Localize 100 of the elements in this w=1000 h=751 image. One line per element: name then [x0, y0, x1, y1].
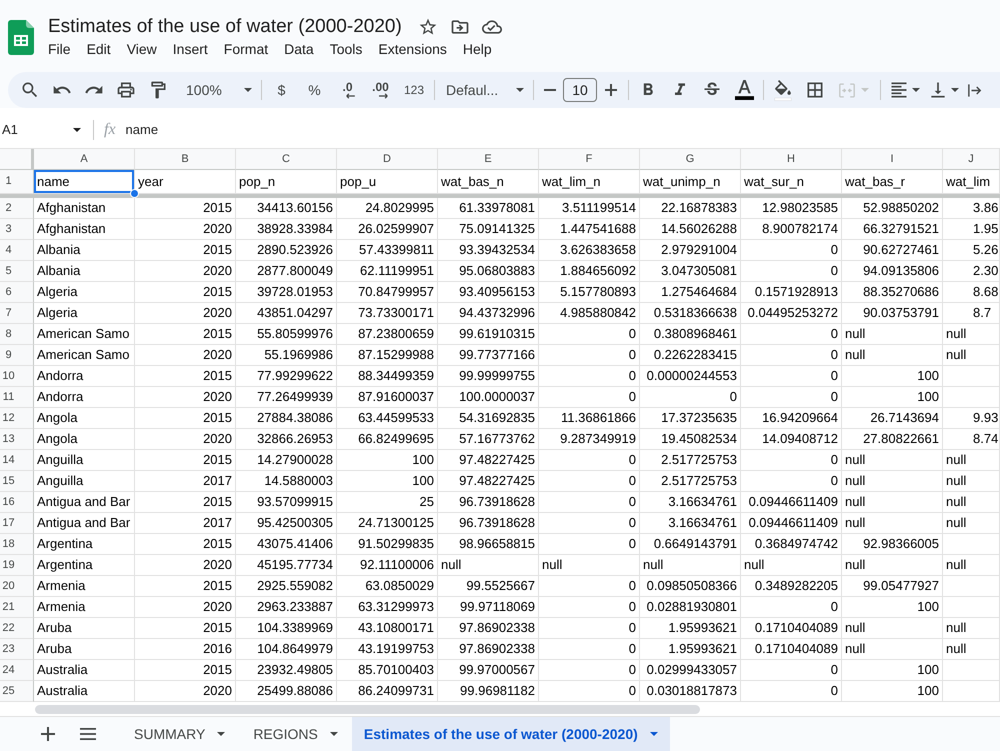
grid-cell[interactable]: 96.73918628 [438, 513, 539, 534]
row-number[interactable]: 17 [0, 513, 34, 534]
grid-cell[interactable]: 91.50299835 [337, 534, 438, 555]
grid-cell[interactable]: 14.09408712 [741, 429, 842, 450]
grid-cell[interactable]: wat_lim_n [539, 170, 640, 194]
grid-cell[interactable]: 1.275464684 [640, 282, 741, 303]
empty-cell[interactable] [943, 534, 1000, 555]
grid-cell[interactable]: 2.517725753 [640, 450, 741, 471]
grid-cell[interactable]: 3.626383658 [539, 240, 640, 261]
empty-cell[interactable] [943, 597, 1000, 618]
row-number[interactable]: 6 [0, 282, 34, 303]
grid-cell[interactable]: 23932.49805 [236, 660, 337, 681]
decrease-decimal-button[interactable]: .0 [331, 76, 364, 104]
column-header[interactable]: C [236, 149, 337, 170]
grid-cell[interactable]: 2015 [135, 198, 236, 219]
grid-cell[interactable]: 0 [539, 660, 640, 681]
grid-cell[interactable]: 2017 [135, 471, 236, 492]
grid-cell[interactable]: 0 [539, 639, 640, 660]
grid-cell[interactable]: 0.1710404089 [741, 639, 842, 660]
grid-cell[interactable]: Antigua and Bar [34, 513, 135, 534]
row-number[interactable]: 14 [0, 450, 34, 471]
grid-cell[interactable]: 24.8029995 [337, 198, 438, 219]
grid-cell[interactable]: null [438, 555, 539, 576]
grid-cell[interactable]: null [640, 555, 741, 576]
menu-item[interactable]: Data [276, 39, 322, 59]
grid-cell[interactable]: 2015 [135, 282, 236, 303]
grid-cell[interactable]: 9.93 [943, 408, 1000, 429]
grid-cell[interactable]: Aruba [34, 639, 135, 660]
grid-cell[interactable]: year [135, 170, 236, 194]
grid-cell[interactable]: 3.047305081 [640, 261, 741, 282]
grid-cell[interactable]: 2020 [135, 555, 236, 576]
grid-cell[interactable]: 0.09446611409 [741, 492, 842, 513]
grid-cell[interactable]: 55.1969986 [236, 345, 337, 366]
grid-cell[interactable]: 52.98850202 [842, 198, 943, 219]
grid-cell[interactable]: American Samo [34, 324, 135, 345]
grid-cell[interactable]: 2015 [135, 240, 236, 261]
font-select[interactable]: Defaul... [438, 76, 530, 104]
grid-cell[interactable]: wat_lim [943, 170, 1000, 194]
grid-cell[interactable]: Algeria [34, 303, 135, 324]
grid-cell[interactable]: 77.26499939 [236, 387, 337, 408]
grid-cell[interactable]: 93.39432534 [438, 240, 539, 261]
grid-cell[interactable]: Andorra [34, 387, 135, 408]
grid-cell[interactable]: 63.44599533 [337, 408, 438, 429]
grid-cell[interactable]: 0 [539, 513, 640, 534]
grid-cell[interactable]: 0.3684974742 [741, 534, 842, 555]
grid-cell[interactable]: null [943, 450, 1000, 471]
grid-cell[interactable]: 77.99299622 [236, 366, 337, 387]
grid-cell[interactable]: 87.15299988 [337, 345, 438, 366]
grid-cell[interactable]: 85.70100403 [337, 660, 438, 681]
grid-cell[interactable]: 27.80822661 [842, 429, 943, 450]
grid-cell[interactable]: 43.10800171 [337, 618, 438, 639]
grid-cell[interactable]: 14.56026288 [640, 219, 741, 240]
grid-cell[interactable]: 97.48227425 [438, 450, 539, 471]
grid-cell[interactable]: 0.6649143791 [640, 534, 741, 555]
grid-cell[interactable]: 11.36861866 [539, 408, 640, 429]
grid-cell[interactable]: 2925.559082 [236, 576, 337, 597]
grid-cell[interactable]: wat_bas_n [438, 170, 539, 194]
grid-cell[interactable]: 2020 [135, 345, 236, 366]
grid-cell[interactable]: 66.32791521 [842, 219, 943, 240]
grid-cell[interactable]: 57.43399811 [337, 240, 438, 261]
grid-cell[interactable]: 88.35270686 [842, 282, 943, 303]
grid-cell[interactable]: null [842, 450, 943, 471]
grid-cell[interactable]: 100 [842, 660, 943, 681]
grid-cell[interactable]: 5.26 [943, 240, 1000, 261]
column-header[interactable]: E [438, 149, 539, 170]
grid-cell[interactable]: 2020 [135, 261, 236, 282]
row-number[interactable]: 20 [0, 576, 34, 597]
grid-cell[interactable]: Angola [34, 429, 135, 450]
column-header[interactable]: D [337, 149, 438, 170]
grid-cell[interactable]: 0 [741, 324, 842, 345]
grid-cell[interactable]: 99.99999755 [438, 366, 539, 387]
empty-cell[interactable] [943, 576, 1000, 597]
grid-cell[interactable]: Algeria [34, 282, 135, 303]
grid-cell[interactable]: 0.02999433057 [640, 660, 741, 681]
grid-cell[interactable]: 0 [741, 261, 842, 282]
column-header[interactable]: H [741, 149, 842, 170]
grid-cell[interactable]: 1.884656092 [539, 261, 640, 282]
menu-item[interactable]: File [40, 39, 79, 59]
number-format-button[interactable]: 123 [397, 76, 431, 104]
grid-cell[interactable]: 5.157780893 [539, 282, 640, 303]
grid-cell[interactable]: 2017 [135, 513, 236, 534]
grid-cell[interactable]: 54.31692835 [438, 408, 539, 429]
grid-cell[interactable]: 2.979291004 [640, 240, 741, 261]
grid-cell[interactable]: pop_n [236, 170, 337, 194]
grid-cell[interactable]: null [943, 639, 1000, 660]
grid-cell[interactable]: 2015 [135, 576, 236, 597]
grid-cell[interactable]: 100 [337, 471, 438, 492]
grid-cell[interactable]: 2015 [135, 450, 236, 471]
grid-cell[interactable]: 2877.800049 [236, 261, 337, 282]
grid-cell[interactable]: 97.86902338 [438, 618, 539, 639]
grid-cell[interactable]: 0 [741, 597, 842, 618]
grid-cell[interactable]: null [842, 639, 943, 660]
grid-cell[interactable]: 55.80599976 [236, 324, 337, 345]
menu-item[interactable]: Insert [164, 39, 216, 59]
grid-cell[interactable]: 0 [539, 345, 640, 366]
sheet-tab[interactable]: Estimates of the use of water (2000-2020) [352, 717, 670, 751]
grid-cell[interactable]: null [842, 513, 943, 534]
grid-cell[interactable]: 0 [741, 345, 842, 366]
grid-cell[interactable]: 1.95993621 [640, 639, 741, 660]
grid-cell[interactable]: 88.34499359 [337, 366, 438, 387]
